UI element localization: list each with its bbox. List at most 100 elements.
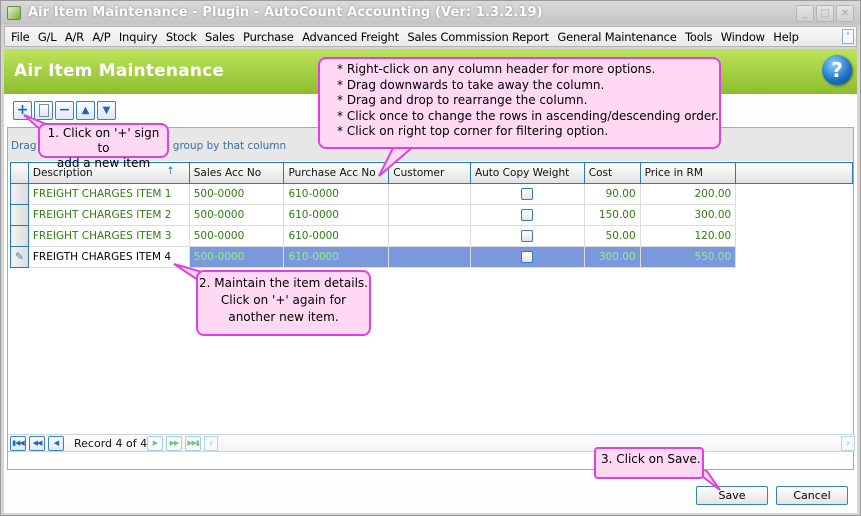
arrow-up-icon: ▲ bbox=[81, 105, 90, 116]
menu-inquiry[interactable]: Inquiry bbox=[119, 30, 158, 44]
column-header-auto-copy-weight[interactable]: Auto Copy Weight bbox=[469, 162, 585, 184]
menu-gl[interactable]: G/L bbox=[38, 30, 57, 44]
maximize-button[interactable]: □ bbox=[816, 5, 834, 22]
last-icon: ▶▶▮ bbox=[187, 439, 200, 447]
minimize-button[interactable]: _ bbox=[796, 5, 814, 22]
menu-help[interactable]: Help bbox=[773, 30, 799, 44]
cell-cost[interactable]: 50.00 bbox=[583, 225, 641, 247]
row-indicator[interactable] bbox=[10, 183, 29, 205]
column-header-filler bbox=[735, 162, 853, 184]
previous-record-button[interactable]: ◀ bbox=[48, 436, 64, 451]
title-bar[interactable]: Air Item Maintenance - Plugin - AutoCoun… bbox=[1, 1, 860, 25]
cancel-button[interactable]: Cancel bbox=[776, 486, 848, 505]
cell-sales-acc-no[interactable]: 500-0000 bbox=[188, 225, 285, 247]
table-row[interactable]: FREIGHT CHARGES ITEM 2 500-0000 610-0000 15… bbox=[10, 204, 853, 226]
next-icon: ▶ bbox=[152, 439, 158, 447]
cell-auto-copy-weight[interactable] bbox=[469, 246, 585, 268]
cell-description[interactable]: FREIGHT CHARGES ITEM 3 bbox=[27, 225, 190, 247]
horizontal-scrollbar[interactable]: ‹ › bbox=[204, 436, 855, 451]
cell-customer[interactable] bbox=[388, 225, 471, 247]
cell-purchase-acc-no[interactable]: 610-0000 bbox=[283, 183, 390, 205]
callout-step-1: 1. Click on '+' sign to add a new item bbox=[38, 123, 169, 170]
close-button[interactable]: ✕ bbox=[836, 5, 854, 22]
menu-advanced-freight[interactable]: Advanced Freight bbox=[302, 30, 399, 44]
minus-icon: − bbox=[58, 102, 71, 118]
cell-customer[interactable] bbox=[388, 183, 471, 205]
auto-copy-weight-checkbox[interactable] bbox=[521, 209, 534, 221]
cell-price-in-rm[interactable]: 300.00 bbox=[639, 204, 737, 226]
cell-price-in-rm[interactable]: 550.00 bbox=[639, 246, 737, 268]
previous-page-button[interactable]: ◀◀ bbox=[29, 436, 45, 451]
menu-tools[interactable]: Tools bbox=[685, 30, 713, 44]
menu-sales-commission-report[interactable]: Sales Commission Report bbox=[407, 30, 549, 44]
cell-price-in-rm[interactable]: 120.00 bbox=[639, 225, 737, 247]
column-header-price-in-rm[interactable]: Price in RM bbox=[639, 162, 737, 184]
fast-forward-icon: ▶▶ bbox=[169, 439, 180, 447]
scroll-right-arrow-icon[interactable]: › bbox=[841, 436, 855, 451]
cell-description[interactable]: FREIGHT CHARGES ITEM 1 bbox=[27, 183, 190, 205]
scroll-left-arrow-icon[interactable]: ‹ bbox=[204, 436, 218, 451]
arrow-down-icon: ▼ bbox=[102, 105, 111, 116]
help-question-icon[interactable]: ? bbox=[822, 55, 852, 85]
window-title: Air Item Maintenance - Plugin - AutoCoun… bbox=[28, 5, 543, 20]
table-row[interactable]: FREIGHT CHARGES ITEM 3 500-0000 610-0000 50… bbox=[10, 225, 853, 247]
cell-cost[interactable]: 300.00 bbox=[583, 246, 641, 268]
cell-purchase-acc-no[interactable]: 610-0000 bbox=[283, 225, 390, 247]
cell-filler bbox=[735, 183, 853, 205]
table-row[interactable]: FREIGHT CHARGES ITEM 1 500-0000 610-0000 90… bbox=[10, 183, 853, 205]
column-header-cost[interactable]: Cost bbox=[583, 162, 641, 184]
last-record-button[interactable]: ▶▶▮ bbox=[185, 436, 201, 451]
cell-description[interactable]: FREIGHT CHARGES ITEM 2 bbox=[27, 204, 190, 226]
column-header-sales-acc-no[interactable]: Sales Acc No bbox=[188, 162, 285, 184]
chevron-down-icon[interactable]: ˅ bbox=[842, 29, 854, 44]
menu-general-maintenance[interactable]: General Maintenance bbox=[557, 30, 676, 44]
previous-icon: ◀ bbox=[53, 439, 59, 447]
next-page-button[interactable]: ▶▶ bbox=[166, 436, 182, 451]
callout-grid-tips: * Right-click on any column header for m… bbox=[318, 57, 721, 149]
auto-copy-weight-checkbox[interactable] bbox=[521, 230, 534, 242]
cell-filler bbox=[735, 225, 853, 247]
first-record-button[interactable]: ▮◀◀ bbox=[10, 436, 26, 451]
first-icon: ▮◀◀ bbox=[12, 439, 25, 447]
record-position: Record 4 of 4 bbox=[74, 437, 148, 450]
cell-description[interactable]: FREIGTH CHARGES ITEM 4 bbox=[27, 246, 190, 268]
row-indicator[interactable] bbox=[10, 204, 29, 226]
cell-customer[interactable] bbox=[388, 246, 471, 268]
row-indicator[interactable] bbox=[10, 225, 29, 247]
next-record-button[interactable]: ▶ bbox=[147, 436, 163, 451]
cell-cost[interactable]: 90.00 bbox=[583, 183, 641, 205]
cell-sales-acc-no[interactable]: 500-0000 bbox=[188, 183, 285, 205]
menu-purchase[interactable]: Purchase bbox=[243, 30, 294, 44]
cell-auto-copy-weight[interactable] bbox=[469, 183, 585, 205]
table-row[interactable]: ✎ FREIGTH CHARGES ITEM 4 500-0000 610-0000 3… bbox=[10, 246, 853, 268]
callout-step-2: 2. Maintain the item details. Click on '… bbox=[196, 270, 371, 336]
cell-cost[interactable]: 150.00 bbox=[583, 204, 641, 226]
menu-stock[interactable]: Stock bbox=[166, 30, 197, 44]
menu-file[interactable]: File bbox=[11, 30, 30, 44]
rewind-icon: ◀◀ bbox=[32, 439, 43, 447]
menu-ar[interactable]: A/R bbox=[65, 30, 84, 44]
menu-bar: File G/L A/R A/P Inquiry Stock Sales Pur… bbox=[4, 26, 857, 47]
move-down-button[interactable]: ▼ bbox=[97, 101, 116, 120]
cell-filler bbox=[735, 246, 853, 268]
cell-purchase-acc-no[interactable]: 610-0000 bbox=[283, 246, 390, 268]
row-indicator-header bbox=[10, 162, 29, 184]
sort-ascending-icon: ↑ bbox=[166, 166, 175, 177]
move-up-button[interactable]: ▲ bbox=[76, 101, 95, 120]
auto-copy-weight-checkbox[interactable] bbox=[521, 251, 534, 263]
menu-window[interactable]: Window bbox=[721, 30, 765, 44]
cell-sales-acc-no[interactable]: 500-0000 bbox=[188, 204, 285, 226]
menu-ap[interactable]: A/P bbox=[92, 30, 110, 44]
auto-copy-weight-checkbox[interactable] bbox=[521, 188, 534, 200]
cell-customer[interactable] bbox=[388, 204, 471, 226]
cell-price-in-rm[interactable]: 200.00 bbox=[639, 183, 737, 205]
cell-auto-copy-weight[interactable] bbox=[469, 225, 585, 247]
delete-item-button[interactable]: − bbox=[55, 101, 74, 120]
cell-auto-copy-weight[interactable] bbox=[469, 204, 585, 226]
row-indicator[interactable]: ✎ bbox=[10, 246, 29, 268]
app-icon bbox=[7, 6, 21, 20]
edit-pencil-icon: ✎ bbox=[15, 251, 24, 263]
cell-purchase-acc-no[interactable]: 610-0000 bbox=[283, 204, 390, 226]
column-header-purchase-acc-no[interactable]: Purchase Acc No bbox=[283, 162, 390, 184]
menu-sales[interactable]: Sales bbox=[205, 30, 235, 44]
